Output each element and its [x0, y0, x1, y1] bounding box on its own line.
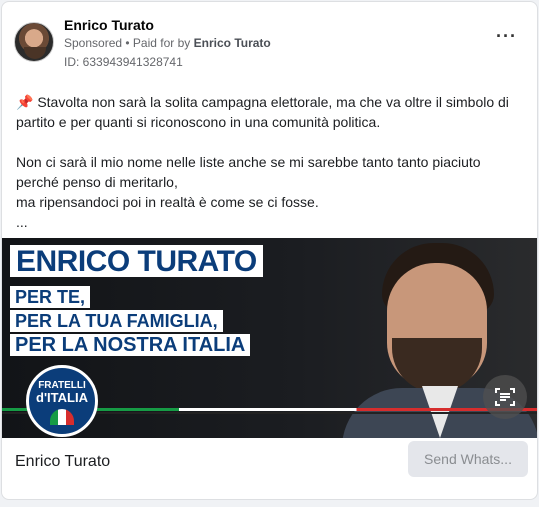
sponsored-label: Sponsored	[64, 36, 123, 50]
sponsored-meta: Sponsored • Paid for by Enrico Turato	[64, 36, 271, 50]
banner-title: ENRICO TURATO	[10, 245, 263, 278]
author-name[interactable]: Enrico Turato	[64, 17, 154, 33]
paid-for-prefix: • Paid for by	[125, 36, 191, 50]
more-horizontal-icon[interactable]: ···	[496, 27, 517, 45]
post-paragraph-1: 📌 Stavolta non sarà la solita campagna e…	[16, 94, 509, 130]
ad-id: ID: 633943941328741	[64, 55, 183, 69]
avatar[interactable]	[14, 22, 54, 62]
visual-search-icon[interactable]	[483, 375, 527, 419]
post-header: Enrico Turato Sponsored • Paid for by En…	[2, 2, 537, 82]
ad-card: Enrico Turato Sponsored • Paid for by En…	[1, 1, 538, 500]
footer-page-name: Enrico Turato	[15, 453, 111, 470]
post-text: 📌 Stavolta non sarà la solita campagna e…	[16, 92, 526, 232]
pushpin-icon: 📌	[16, 94, 34, 110]
ad-image[interactable]: ENRICO TURATO PER TE, PER LA TUA FAMIGLI…	[2, 238, 537, 438]
send-whatsapp-button[interactable]: Send Whats...	[408, 441, 528, 477]
banner-line-3: PER LA NOSTRA ITALIA	[10, 334, 251, 356]
banner-line-2: PER LA TUA FAMIGLIA,	[10, 310, 223, 332]
logo-text-bottom: d'ITALIA	[36, 390, 88, 405]
flame-icon	[50, 409, 74, 425]
banner-line-1: PER TE,	[10, 286, 91, 308]
post-paragraph-2: Non ci sarà il mio nome nelle liste anch…	[16, 154, 481, 190]
post-paragraph-3: ma ripensandoci poi in realtà è come se …	[16, 194, 319, 210]
see-more-ellipsis[interactable]: ...	[16, 212, 526, 232]
paid-for-by: Enrico Turato	[193, 36, 271, 50]
party-logo: FRATELLI d'ITALIA	[26, 365, 98, 437]
